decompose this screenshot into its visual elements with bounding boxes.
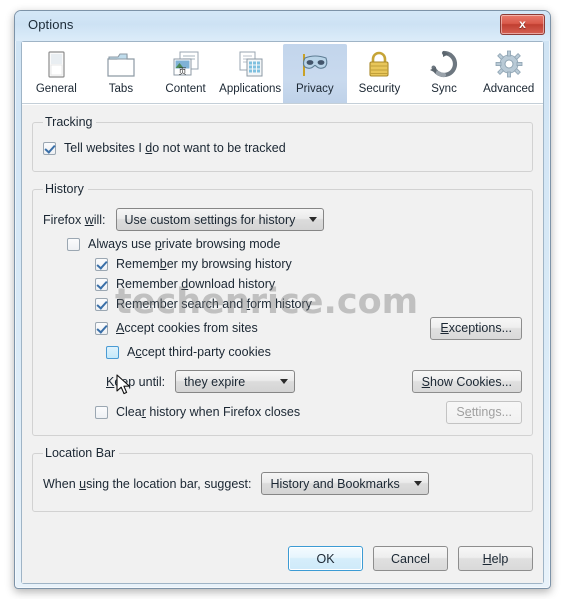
remember-search-form-checkbox[interactable] (95, 297, 108, 311)
accept-third-party-label: Accept third-party cookies (127, 345, 271, 359)
suggest-row: When using the location bar, suggest: Hi… (43, 472, 522, 495)
close-icon[interactable]: x (500, 14, 545, 35)
tab-general[interactable]: General (24, 44, 89, 103)
show-cookies-button[interactable]: Show Cookies... (411, 370, 522, 393)
keep-until-label: Keep until: (106, 374, 166, 389)
keep-until-value: they expire (184, 374, 246, 389)
accept-third-party-checkbox[interactable] (106, 345, 119, 359)
tab-applications-label: Applications (219, 83, 282, 95)
history-legend: History (45, 182, 84, 196)
tabs-icon (104, 48, 138, 82)
gear-icon (492, 48, 526, 82)
accept-cookies-checkbox[interactable] (95, 321, 108, 335)
applications-icon (233, 48, 267, 82)
exceptions-button[interactable]: Exceptions... (430, 316, 522, 340)
clear-on-close-row[interactable]: Clear history when Firefox closes Settin… (95, 400, 522, 424)
settings-button: Settings... (446, 400, 522, 424)
tab-security-label: Security (358, 83, 401, 95)
do-not-track-row[interactable]: Tell websites I do not want to be tracke… (43, 141, 522, 155)
history-group: History Firefox will: Use custom setting… (32, 182, 533, 436)
cancel-button[interactable]: Cancel (373, 546, 448, 571)
tab-security[interactable]: Security (347, 44, 412, 103)
location-bar-group: Location Bar When using the location bar… (32, 446, 533, 512)
clear-on-close-checkbox[interactable] (95, 405, 108, 419)
tab-sync-label: Sync (431, 83, 457, 95)
remember-downloads-label: Remember download history (116, 277, 276, 291)
history-mode-select[interactable]: Use custom settings for history (115, 208, 325, 231)
help-button[interactable]: Help (458, 546, 533, 571)
padlock-icon (362, 48, 396, 82)
options-window: Options x General Tabs 页 Content Applica… (14, 10, 551, 589)
private-browsing-label: Always use private browsing mode (88, 237, 281, 251)
tab-applications[interactable]: Applications (218, 44, 283, 103)
window-title: Options (28, 17, 74, 32)
firefox-will-label: Firefox will: (43, 212, 106, 227)
remember-browsing-row[interactable]: Remember my browsing history (95, 257, 522, 271)
clear-on-close-label: Clear history when Firefox closes (116, 405, 301, 419)
content-icon: 页 (169, 48, 203, 82)
sync-arrows-icon (427, 48, 461, 82)
remember-downloads-row[interactable]: Remember download history (95, 277, 522, 291)
tab-advanced[interactable]: Advanced (476, 44, 541, 103)
accept-third-party-row[interactable]: Accept third-party cookies (106, 345, 522, 359)
tab-tabs[interactable]: Tabs (89, 44, 154, 103)
privacy-panel: Tracking Tell websites I do not want to … (22, 105, 543, 583)
firefox-will-row: Firefox will: Use custom settings for hi… (43, 208, 522, 231)
tracking-legend: Tracking (45, 115, 93, 129)
tab-general-label: General (35, 83, 77, 95)
client-area: General Tabs 页 Content Applications Priv… (21, 41, 544, 584)
tab-privacy[interactable]: Privacy (282, 44, 348, 103)
do-not-track-label: Tell websites I do not want to be tracke… (64, 141, 286, 155)
dialog-buttons: OK Cancel Help (288, 546, 533, 571)
remember-search-form-label: Remember search and form history (116, 297, 312, 311)
tab-privacy-label: Privacy (295, 83, 334, 95)
history-mode-value: Use custom settings for history (124, 212, 296, 227)
private-browsing-checkbox[interactable] (67, 237, 80, 251)
svg-text:页: 页 (178, 67, 186, 76)
suggest-value: History and Bookmarks (270, 476, 400, 491)
tab-tabs-label: Tabs (108, 83, 134, 95)
tab-advanced-label: Advanced (483, 83, 535, 95)
general-icon (39, 48, 73, 82)
accept-cookies-label: Accept cookies from sites (116, 321, 258, 335)
tab-sync[interactable]: Sync (412, 44, 477, 103)
chevron-down-icon (413, 481, 422, 486)
accept-cookies-row[interactable]: Accept cookies from sites Exceptions... (95, 316, 522, 340)
chevron-down-icon (280, 379, 289, 384)
options-toolbar: General Tabs 页 Content Applications Priv… (22, 42, 543, 104)
tab-content[interactable]: 页 Content (153, 44, 218, 103)
suggest-label: When using the location bar, suggest: (43, 476, 252, 491)
tracking-group: Tracking Tell websites I do not want to … (32, 115, 533, 172)
remember-browsing-label: Remember my browsing history (116, 257, 292, 271)
ok-button[interactable]: OK (288, 546, 363, 571)
remember-browsing-checkbox[interactable] (95, 257, 108, 271)
tab-content-label: Content (165, 83, 206, 95)
keep-until-select[interactable]: they expire (175, 370, 296, 393)
title-bar: Options x (15, 11, 550, 41)
chevron-down-icon (309, 217, 318, 222)
private-browsing-row[interactable]: Always use private browsing mode (67, 237, 522, 251)
do-not-track-checkbox[interactable] (43, 141, 56, 155)
privacy-mask-icon (298, 48, 332, 82)
remember-downloads-checkbox[interactable] (95, 277, 108, 291)
remember-search-form-row[interactable]: Remember search and form history (95, 297, 522, 311)
location-bar-legend: Location Bar (45, 446, 116, 460)
suggest-select[interactable]: History and Bookmarks (261, 472, 429, 495)
keep-until-row: Keep until: they expire Show Cookies... (106, 370, 522, 393)
